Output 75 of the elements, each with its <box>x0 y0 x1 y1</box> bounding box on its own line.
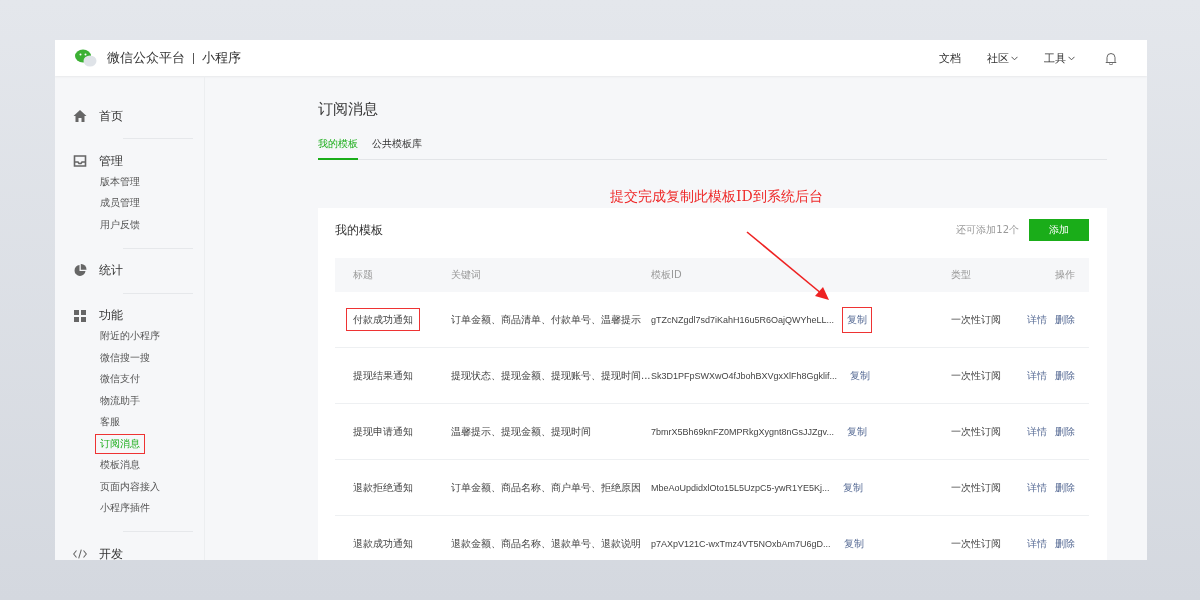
inbox-tray-icon <box>73 155 87 167</box>
sidebar-item[interactable]: 微信搜一搜 <box>95 347 155 368</box>
table-cell-text: 一次性订阅 <box>951 368 1002 383</box>
detail-link[interactable]: 详情 <box>1027 424 1047 439</box>
delete-link[interactable]: 删除 <box>1055 536 1075 551</box>
grid-icon <box>73 309 87 322</box>
detail-link[interactable]: 详情 <box>1027 480 1047 495</box>
table-cell-text: 提现结果通知 <box>352 368 414 383</box>
table-cell: 提现状态、提现金额、提现账号、提现时间... <box>451 368 651 383</box>
table-cell-text: 温馨提示、提现金额、提现时间 <box>451 424 592 439</box>
sidebar-item[interactable]: 页面内容接入 <box>95 476 165 497</box>
table-cell: 付款成功通知 <box>346 307 420 331</box>
sidebar-item[interactable]: 物流助手 <box>95 390 145 411</box>
sidebar-section[interactable]: 首页 <box>99 107 123 125</box>
copy-link[interactable]: 复制 <box>838 530 869 557</box>
nav-link[interactable]: 社区 <box>987 50 1018 66</box>
sidebar-section[interactable]: 管理 <box>99 152 123 170</box>
column-header: 关键词 <box>451 268 482 282</box>
table-cell: 7bmrX5Bh69knFZ0MPRkgXygnt8nGsJJZgv... <box>651 426 834 437</box>
table-cell-text: 一次性订阅 <box>951 480 1002 495</box>
sidebar-item[interactable]: 附近的小程序 <box>95 326 165 347</box>
sidebar-section[interactable]: 功能 <box>99 307 123 324</box>
table-cell-text: 一次性订阅 <box>951 536 1002 551</box>
table-cell: gTZcNZgdl7sd7iKahH16u5R6OajQWYheLL... <box>651 314 835 325</box>
column-header: 模板ID <box>651 268 683 282</box>
column-header: 标题 <box>353 268 374 282</box>
chevron-down-icon <box>1011 55 1018 61</box>
table-cell-text: 一次性订阅 <box>951 424 1002 439</box>
sidebar-item[interactable]: 成员管理 <box>95 193 145 214</box>
sidebar-section[interactable]: 统计 <box>99 262 123 279</box>
detail-link[interactable]: 详情 <box>1027 312 1047 327</box>
home-icon <box>73 110 87 122</box>
chevron-down-icon <box>1068 55 1075 61</box>
table-cell-text: 提现申请通知 <box>352 424 414 439</box>
copy-link[interactable]: 复制 <box>837 474 868 501</box>
column-header: 操作 <box>1054 268 1076 282</box>
delete-link[interactable]: 删除 <box>1055 368 1075 383</box>
table-cell: Sk3D1PFpSWXwO4fJbohBXVgxXlFh8Ggklif... <box>651 370 838 381</box>
tab[interactable]: 公共模板库 <box>372 133 422 160</box>
annotation-text: 提交完成复制此模板ID到系统后台 <box>610 188 823 206</box>
detail-link[interactable]: 详情 <box>1027 368 1047 383</box>
code-icon <box>73 548 87 560</box>
table-cell-text: 订单金额、商品清单、付款单号、温馨提示 <box>451 312 642 327</box>
nav-link[interactable]: 工具 <box>1044 50 1075 66</box>
delete-link[interactable]: 删除 <box>1055 424 1075 439</box>
sidebar-item[interactable]: 用户反馈 <box>95 214 145 235</box>
page-title: 订阅消息 <box>318 100 379 119</box>
sidebar-item[interactable]: 版本管理 <box>95 171 145 192</box>
card-title: 我的模板 <box>335 221 383 239</box>
delete-link[interactable]: 删除 <box>1055 480 1075 495</box>
product-name: 小程序 <box>202 49 241 67</box>
sidebar-item[interactable]: 小程序插件 <box>95 498 155 519</box>
chat-bubbles-logo-icon <box>75 49 97 67</box>
table-cell-text: 一次性订阅 <box>951 312 1002 327</box>
copy-link[interactable]: 复制 <box>842 306 873 333</box>
detail-link[interactable]: 详情 <box>1027 536 1047 551</box>
notification-bell-icon[interactable] <box>1105 51 1117 65</box>
table-cell-text: 退款拒绝通知 <box>352 480 414 495</box>
platform-name[interactable]: 微信公众平台 <box>107 49 185 67</box>
sidebar-section[interactable]: 开发 <box>99 545 123 560</box>
pie-chart-icon <box>73 264 87 277</box>
copy-link[interactable]: 复制 <box>841 418 872 445</box>
delete-link[interactable]: 删除 <box>1055 312 1075 327</box>
sidebar-item[interactable]: 客服 <box>95 412 125 433</box>
sidebar-item[interactable]: 模板消息 <box>95 455 145 476</box>
table-cell: p7AXpV121C-wxTmz4VT5NOxbAm7U6gD... <box>651 538 831 549</box>
table-cell-text: 退款金额、商品名称、退款单号、退款说明 <box>451 536 642 551</box>
table-cell-text: 退款成功通知 <box>352 536 414 551</box>
sidebar-item[interactable]: 微信支付 <box>95 369 145 390</box>
table-cell-text: 订单金额、商品名称、商户单号、拒绝原因 <box>451 480 642 495</box>
copy-link[interactable]: 复制 <box>845 362 876 389</box>
nav-link[interactable]: 文档 <box>939 50 961 66</box>
remaining-count: 还可添加12个 <box>956 223 1019 237</box>
column-header: 类型 <box>951 268 972 282</box>
table-cell: MbeAoUpdidxlOto15L5UzpC5-ywR1YE5Kj... <box>651 482 830 493</box>
